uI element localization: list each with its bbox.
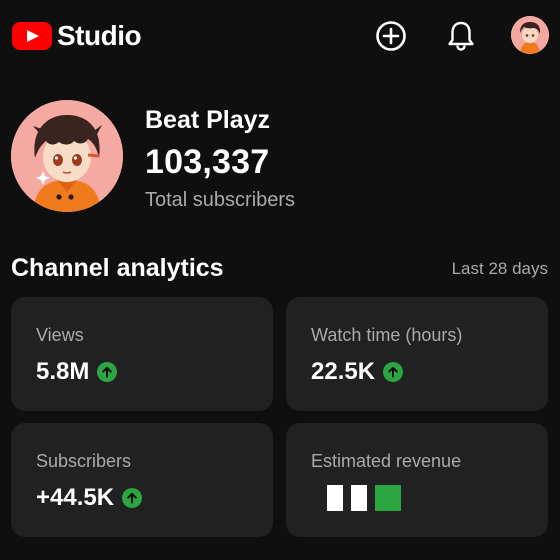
channel-profile: Beat Playz 103,337 Total subscribers	[11, 100, 551, 212]
channel-name: Beat Playz	[145, 106, 271, 134]
analytics-section-title: Channel analytics	[11, 254, 224, 282]
top-bar: Studio	[0, 0, 560, 72]
card-value: 22.5K	[311, 358, 376, 385]
subscribers-card[interactable]: Subscribers +44.5K	[11, 423, 273, 537]
create-button[interactable]	[374, 19, 408, 53]
revenue-mask-block	[327, 485, 343, 511]
revenue-mask-block	[375, 485, 401, 511]
card-label: Estimated revenue	[311, 451, 462, 471]
revenue-mask-block	[351, 485, 367, 511]
views-card[interactable]: Views 5.8M	[11, 297, 273, 411]
account-avatar[interactable]	[511, 16, 549, 54]
card-label: Views	[36, 325, 84, 345]
trend-up-icon	[97, 362, 118, 382]
channel-avatar-icon	[11, 100, 123, 212]
trend-up-icon	[383, 362, 404, 382]
card-value: 5.8M	[36, 358, 90, 385]
revenue-hidden-value	[327, 485, 409, 511]
avatar	[511, 16, 549, 54]
bell-icon	[448, 21, 474, 51]
plus-circle-icon	[376, 21, 406, 51]
studio-logo[interactable]: Studio	[12, 20, 142, 52]
card-value: +44.5K	[36, 484, 115, 511]
subscriber-count-label: Total subscribers	[145, 189, 296, 211]
estimated-revenue-card[interactable]: Estimated revenue	[286, 423, 548, 537]
subscriber-count: 103,337	[145, 143, 270, 181]
watch-time-card[interactable]: Watch time (hours) 22.5K	[286, 297, 548, 411]
youtube-logo-icon	[12, 22, 52, 50]
trend-up-icon	[122, 488, 143, 508]
card-label: Watch time (hours)	[311, 325, 463, 345]
analytics-period[interactable]: Last 28 days	[452, 258, 548, 280]
channel-avatar[interactable]	[11, 100, 123, 212]
notifications-button[interactable]	[444, 19, 478, 53]
card-label: Subscribers	[36, 451, 132, 471]
logo-text: Studio	[57, 20, 142, 51]
